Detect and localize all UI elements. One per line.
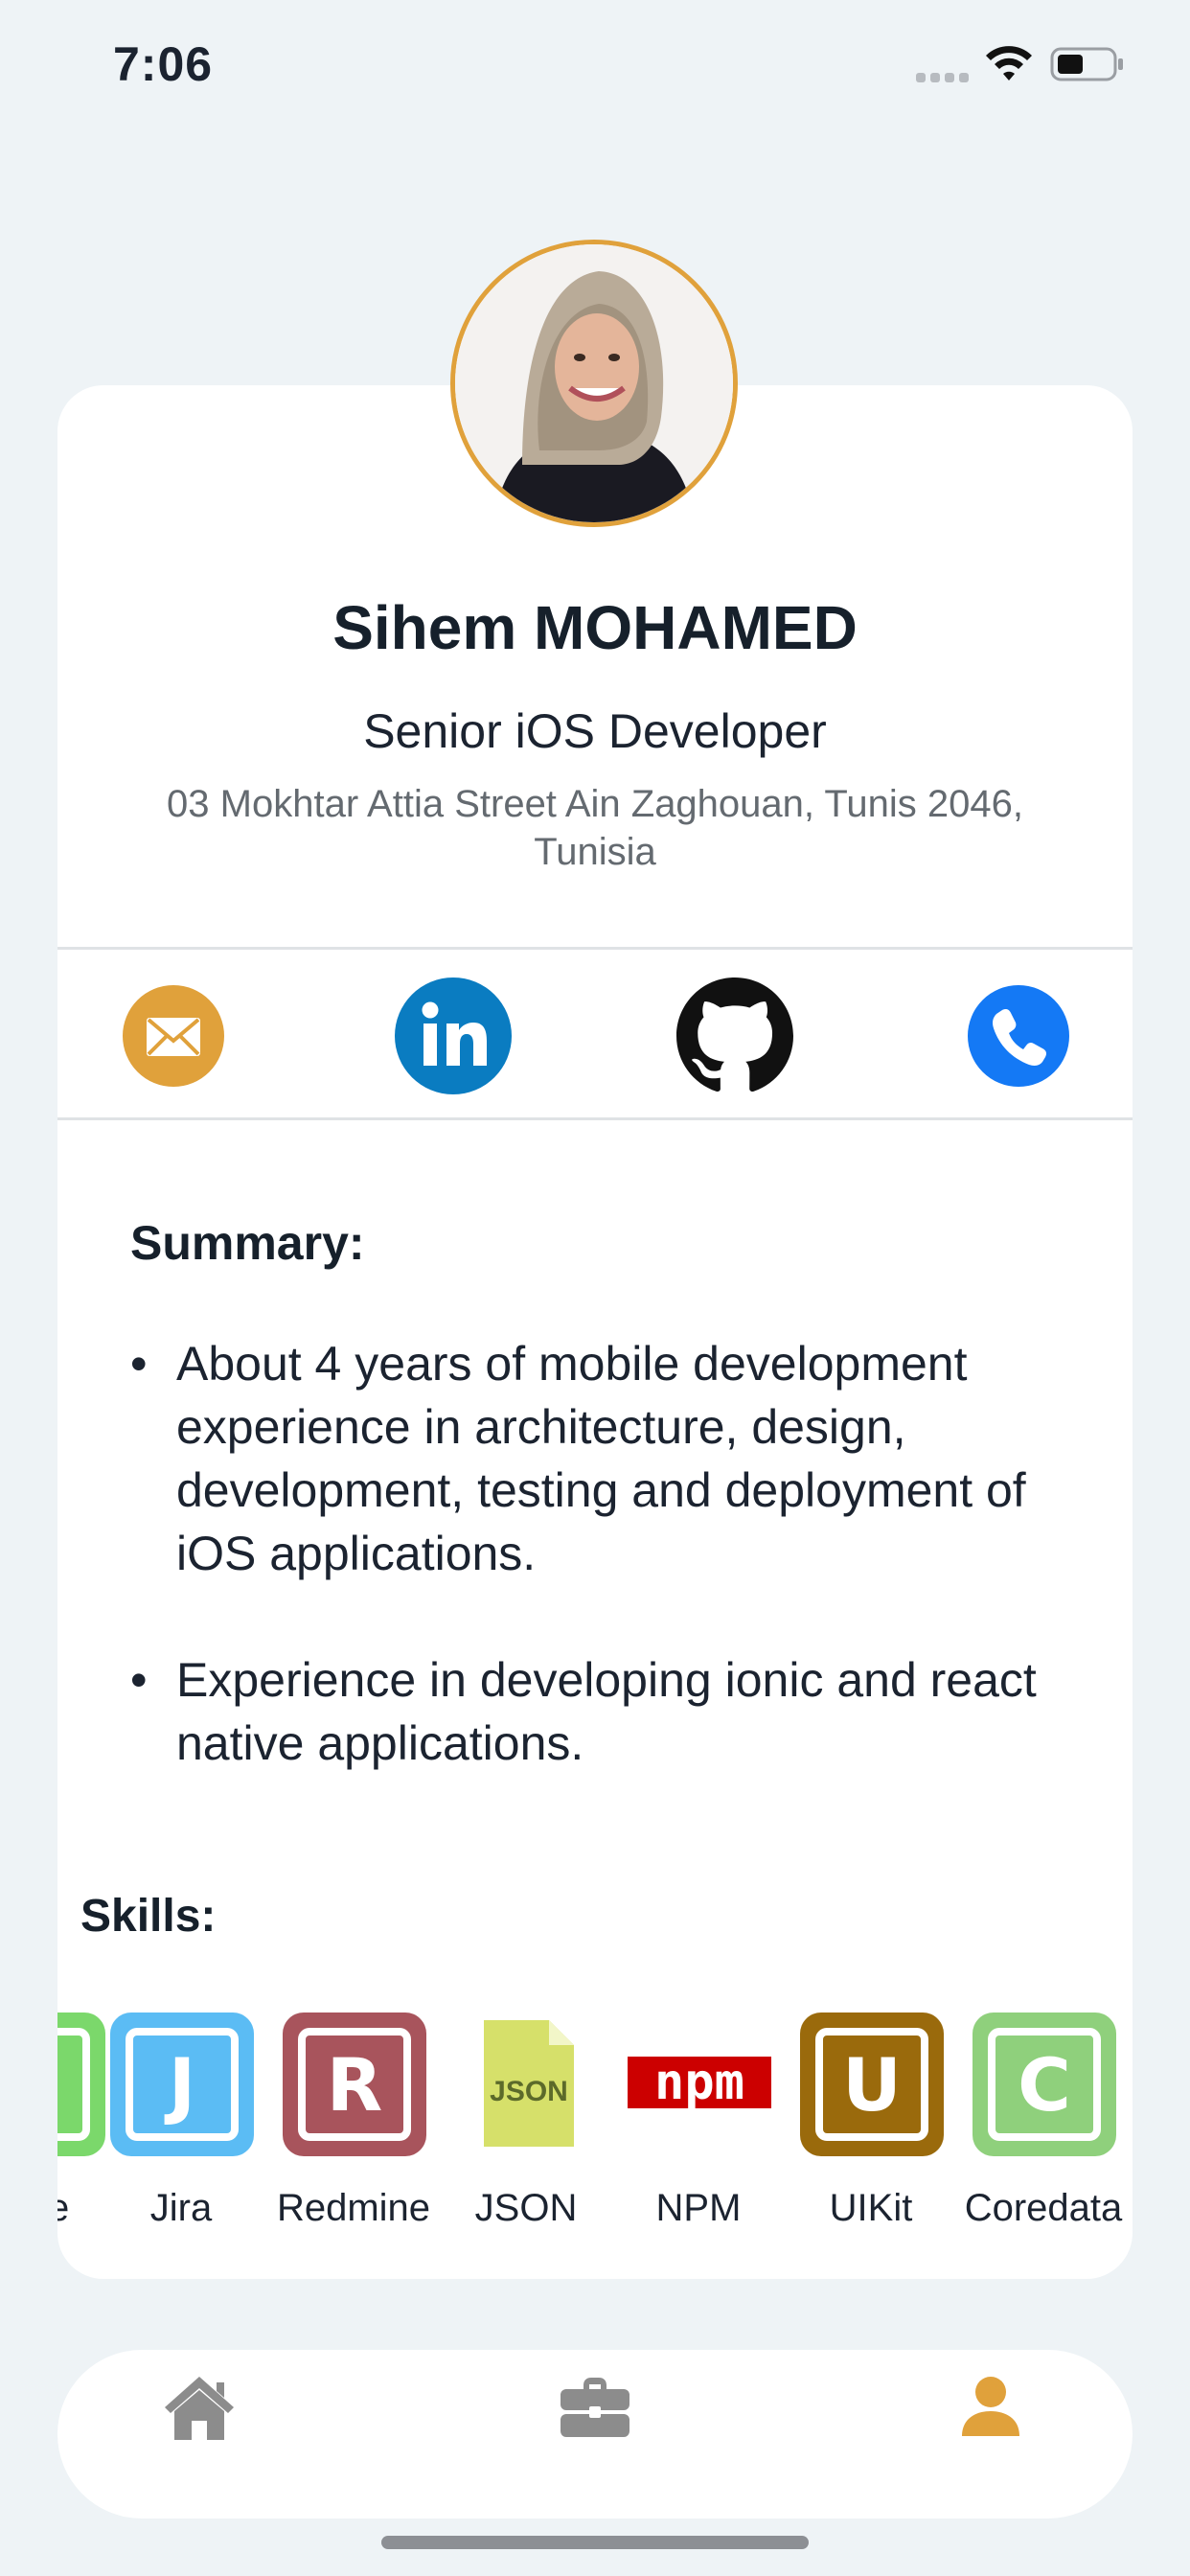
- avatar-image: [455, 244, 733, 522]
- tab-home[interactable]: [142, 2359, 257, 2455]
- coredata-icon: C: [973, 2012, 1116, 2156]
- list-item: Experience in developing ionic and react…: [130, 1648, 1088, 1775]
- skill-label: JSON: [474, 2187, 578, 2229]
- skill-label: Jira: [149, 2187, 213, 2229]
- profile-name: Sihem MOHAMED: [332, 593, 858, 662]
- contact-bottom-divider: [57, 1117, 1133, 1120]
- summary-title: Summary:: [130, 1216, 365, 1270]
- linkedin-icon: [395, 978, 512, 1094]
- contact-top-divider: [57, 947, 1133, 950]
- linkedin-button[interactable]: [395, 978, 512, 1094]
- phone-icon: [968, 985, 1069, 1087]
- github-button[interactable]: [676, 978, 793, 1094]
- wifi-icon: [986, 46, 1032, 80]
- phone-button[interactable]: [960, 978, 1077, 1094]
- uikit-icon: U: [800, 2012, 944, 2156]
- jira-icon: J: [110, 2012, 254, 2156]
- status-time: 7:06: [113, 37, 214, 91]
- skill-label: UIKit: [829, 2187, 913, 2229]
- svg-text:npm: npm: [654, 2054, 744, 2111]
- tab-profile[interactable]: [933, 2359, 1048, 2455]
- home-icon: [165, 2377, 234, 2440]
- npm-icon: npm: [628, 2012, 771, 2156]
- status-bar: 7:06: [0, 0, 1190, 134]
- github-icon: [676, 978, 793, 1092]
- profile-role: Senior iOS Developer: [363, 704, 827, 758]
- summary-list: About 4 years of mobile development expe…: [130, 1332, 1088, 1838]
- skills-title: Skills:: [80, 1891, 217, 1942]
- list-item: About 4 years of mobile development expe…: [130, 1332, 1088, 1585]
- avatar: [450, 240, 738, 527]
- email-button[interactable]: [115, 978, 232, 1094]
- skill-label: Coredata: [964, 2187, 1123, 2229]
- person-icon: [962, 2377, 1019, 2436]
- profile-address: 03 Mokhtar Attia Street Ain Zaghouan, Tu…: [167, 783, 1023, 873]
- home-indicator: [381, 2536, 809, 2549]
- skills-carousel[interactable]: ke J Jira R Redmine JSON JSON npm NPM: [57, 2012, 1133, 2281]
- tab-bar: [57, 2350, 1133, 2518]
- svg-text:JSON: JSON: [490, 2076, 568, 2107]
- skill-label: NPM: [655, 2187, 742, 2229]
- skill-partial-icon: [57, 2012, 105, 2156]
- redmine-icon: R: [283, 2012, 426, 2156]
- skill-label: Redmine: [276, 2187, 431, 2229]
- skill-label: ke: [57, 2187, 70, 2229]
- briefcase-icon: [561, 2378, 629, 2437]
- envelope-icon: [123, 985, 224, 1087]
- signal-icon: [916, 69, 972, 82]
- tab-work[interactable]: [538, 2359, 652, 2455]
- battery-icon: [1050, 47, 1123, 81]
- json-file-icon: JSON: [455, 2012, 599, 2156]
